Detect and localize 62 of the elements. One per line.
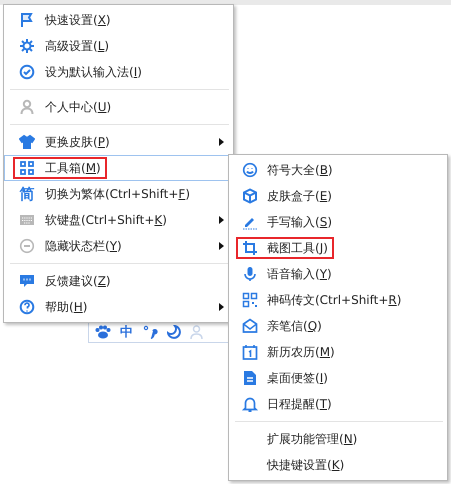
menu-item-label: 高级设置(L) bbox=[45, 38, 110, 54]
check-circle-icon bbox=[19, 64, 35, 80]
menu-item-label: 皮肤盒子(E) bbox=[267, 188, 332, 204]
document-icon bbox=[242, 370, 258, 386]
menu-item-label: 隐藏状态栏(Y) bbox=[45, 238, 122, 254]
submenu-arrow-icon bbox=[219, 216, 224, 224]
menu-item[interactable]: 日程提醒(T) bbox=[229, 391, 447, 417]
qr-code-icon bbox=[242, 292, 258, 308]
minus-circle-icon bbox=[19, 238, 35, 254]
menu-item-label: 手写输入(S) bbox=[267, 214, 332, 230]
menu-item-label: 扩展功能管理(N) bbox=[267, 431, 358, 447]
menu-item-label: 设为默认输入法(I) bbox=[45, 64, 142, 80]
punctuation-icon[interactable] bbox=[142, 325, 158, 339]
menu-item[interactable]: 快捷键设置(K) bbox=[229, 452, 447, 478]
menu-item[interactable]: 设为默认输入法(I) bbox=[4, 59, 233, 85]
menu-item-label: 反馈建议(Z) bbox=[45, 273, 111, 289]
menu-item-label: 语音输入(Y) bbox=[267, 266, 332, 282]
menu-item-label: 更换皮肤(P) bbox=[45, 134, 110, 150]
submenu-arrow-icon bbox=[219, 303, 224, 311]
keyboard-icon bbox=[19, 212, 35, 228]
menu-item[interactable]: 更换皮肤(P) bbox=[4, 129, 233, 155]
input-mode-toggle[interactable]: 中 bbox=[120, 326, 133, 339]
menu-item-label: 工具箱(M) bbox=[45, 160, 101, 176]
menu-item-label: 神码传文(Ctrl+Shift+R) bbox=[267, 292, 402, 308]
menu-item-label: 个人中心(U) bbox=[45, 99, 112, 115]
menu-item-label: 帮助(H) bbox=[45, 299, 88, 315]
menu-item[interactable]: 个人中心(U) bbox=[4, 94, 233, 120]
cube-icon bbox=[242, 188, 258, 204]
smiley-icon bbox=[242, 162, 258, 178]
menu-item-label: 符号大全(B) bbox=[267, 162, 333, 178]
submenu-arrow-icon bbox=[219, 242, 224, 250]
gear-icon bbox=[19, 38, 35, 54]
menu-item[interactable]: 桌面便签(I) bbox=[229, 365, 447, 391]
menu-item[interactable]: 新历农历(M) bbox=[229, 339, 447, 365]
menu-item-label: 截图工具(J) bbox=[267, 240, 328, 256]
menu-item[interactable]: 高级设置(L) bbox=[4, 33, 233, 59]
flag-icon bbox=[19, 12, 35, 28]
menu-item-label: 日程提醒(T) bbox=[267, 396, 332, 412]
menu-item-label: 新历农历(M) bbox=[267, 344, 335, 360]
menu-item-label: 快速设置(X) bbox=[45, 12, 111, 28]
traditional-toggle-icon: 简 bbox=[19, 186, 35, 202]
help-icon bbox=[19, 299, 35, 315]
menu-item-label: 桌面便签(I) bbox=[267, 370, 328, 386]
grid-icon bbox=[19, 160, 35, 176]
menu-item[interactable]: 扩展功能管理(N) bbox=[229, 426, 447, 452]
shirt-icon bbox=[19, 134, 35, 150]
menu-item-label: 软键盘(Ctrl+Shift+K) bbox=[45, 212, 167, 228]
bell-icon bbox=[242, 396, 258, 412]
envelope-icon bbox=[242, 318, 258, 334]
crop-icon bbox=[242, 240, 258, 256]
menu-item[interactable]: 快速设置(X) bbox=[4, 7, 233, 33]
chat-icon bbox=[19, 273, 35, 289]
paw-icon[interactable] bbox=[95, 325, 111, 339]
calendar-icon bbox=[242, 344, 258, 360]
person-icon bbox=[19, 99, 35, 115]
microphone-icon bbox=[242, 266, 258, 282]
menu-item-label: 切换为繁体(Ctrl+Shift+F) bbox=[45, 186, 190, 202]
menu-item-label: 快捷键设置(K) bbox=[267, 457, 344, 473]
menu-item-label: 亲笔信(Q) bbox=[267, 318, 322, 334]
menu-item[interactable]: 皮肤盒子(E) bbox=[229, 183, 447, 209]
submenu-arrow-icon bbox=[219, 138, 224, 146]
moon-icon[interactable] bbox=[167, 325, 181, 339]
